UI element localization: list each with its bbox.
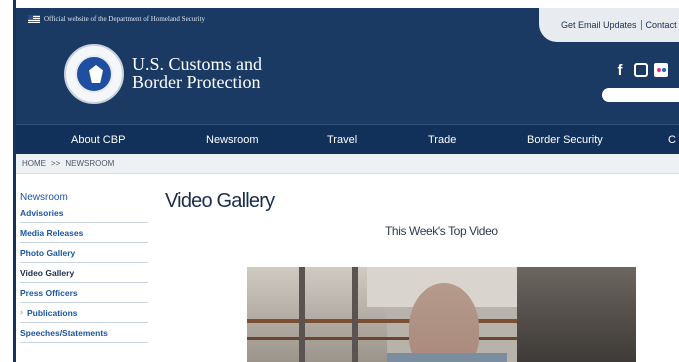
sidebar-item-media-releases[interactable]: Media Releases bbox=[20, 223, 148, 243]
sidebar-item-speeches-statements[interactable]: Speeches/Statements bbox=[20, 323, 148, 343]
nav-trade[interactable]: Trade bbox=[428, 125, 456, 155]
sidebar-item-publications[interactable]: Publications bbox=[20, 303, 148, 323]
search-input[interactable] bbox=[602, 88, 679, 102]
video-frame-post bbox=[299, 267, 305, 362]
top-video-heading: This Week's Top Video bbox=[385, 224, 498, 238]
breadcrumb-current: NEWSROOM bbox=[65, 159, 115, 168]
dhs-seal-logo[interactable] bbox=[64, 44, 124, 104]
video-frame-post bbox=[352, 267, 358, 362]
video-frame-background bbox=[247, 267, 387, 362]
sidebar-heading-newsroom[interactable]: Newsroom bbox=[20, 192, 148, 203]
nav-travel[interactable]: Travel bbox=[327, 125, 357, 155]
agency-name-line1[interactable]: U.S. Customs and bbox=[132, 55, 262, 73]
main-navigation: About CBP Newsroom Travel Trade Border S… bbox=[16, 124, 679, 154]
contact-us-link[interactable]: Contact Us bbox=[642, 20, 679, 30]
speaker-shirt bbox=[387, 353, 507, 362]
email-updates-link[interactable]: Get Email Updates bbox=[557, 20, 642, 30]
browser-viewport: Official website of the Department of Ho… bbox=[0, 0, 679, 362]
site-header: Official website of the Department of Ho… bbox=[16, 8, 679, 124]
breadcrumb-home[interactable]: HOME bbox=[22, 159, 46, 168]
sidebar-item-video-gallery[interactable]: Video Gallery bbox=[20, 263, 148, 283]
nav-newsroom[interactable]: Newsroom bbox=[206, 125, 259, 155]
instagram-icon[interactable] bbox=[634, 63, 648, 77]
newsroom-sidebar: Newsroom Advisories Media Releases Photo… bbox=[20, 192, 148, 343]
official-banner: Official website of the Department of Ho… bbox=[28, 12, 205, 26]
seal-center bbox=[75, 55, 113, 93]
frame-edge bbox=[0, 0, 16, 362]
video-frame-shadow bbox=[517, 267, 636, 362]
nav-about-cbp[interactable]: About CBP bbox=[71, 125, 125, 155]
nav-item-truncated[interactable]: C bbox=[668, 125, 676, 155]
breadcrumb-separator: >> bbox=[51, 159, 61, 168]
facebook-icon[interactable]: f bbox=[613, 62, 627, 79]
sidebar-item-photo-gallery[interactable]: Photo Gallery bbox=[20, 243, 148, 263]
sidebar-item-press-officers[interactable]: Press Officers bbox=[20, 283, 148, 303]
flickr-icon[interactable] bbox=[654, 63, 668, 77]
agency-name-line2[interactable]: Border Protection bbox=[132, 73, 260, 91]
us-flag-icon bbox=[28, 15, 40, 23]
official-banner-text: Official website of the Department of Ho… bbox=[44, 15, 206, 23]
nav-border-security[interactable]: Border Security bbox=[527, 125, 603, 155]
featured-video-player[interactable] bbox=[247, 267, 636, 362]
sidebar-item-advisories[interactable]: Advisories bbox=[20, 203, 148, 223]
eagle-icon bbox=[89, 65, 103, 83]
breadcrumb: HOME >> NEWSROOM bbox=[16, 154, 679, 174]
utility-links: Get Email Updates Contact Us Co bbox=[539, 8, 679, 42]
page-title: Video Gallery bbox=[165, 190, 275, 212]
